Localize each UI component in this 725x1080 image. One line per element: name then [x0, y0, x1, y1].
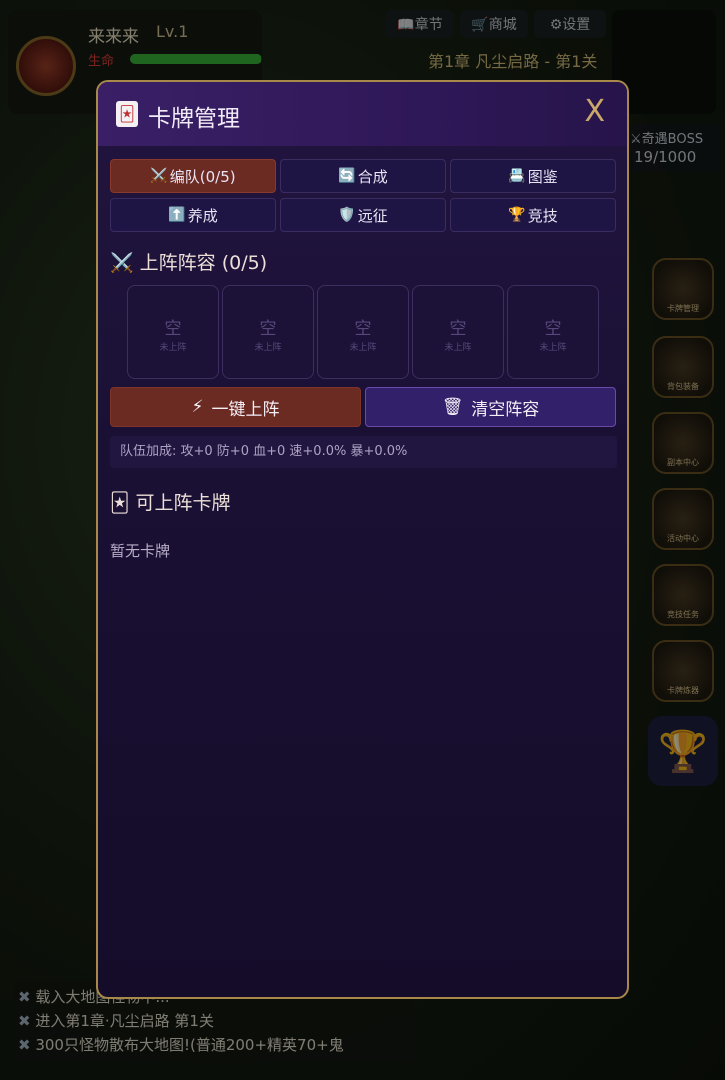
- crossed-swords-icon: ⚔️: [150, 168, 168, 184]
- slot-status: 未上阵: [539, 343, 567, 353]
- crossed-swords-icon: ⚔️: [110, 252, 134, 274]
- lineup-slot-5[interactable]: 空 未上阵: [507, 285, 599, 379]
- auto-deploy-button[interactable]: ⚡ 一键上阵: [110, 387, 361, 427]
- tab-label: 远征: [357, 206, 388, 225]
- lineup-slot-3[interactable]: 空 未上阵: [317, 285, 409, 379]
- tab-formation[interactable]: ⚔️ 编队(0/5): [110, 159, 276, 193]
- wastebasket-icon: 🗑: [441, 397, 464, 417]
- slot-empty-label: 空: [354, 319, 372, 339]
- tab-synthesis[interactable]: 🔄 合成: [280, 159, 446, 193]
- modal-title: 卡牌管理: [148, 106, 240, 132]
- tab-cultivate[interactable]: ⬆️ 养成: [110, 198, 276, 232]
- tab-expedition[interactable]: 🛡️ 远征: [280, 198, 446, 232]
- slot-empty-label: 空: [259, 319, 277, 339]
- lineup-slot-1[interactable]: 空 未上阵: [127, 285, 219, 379]
- team-bonus: 队伍加成: 攻+0 防+0 血+0 速+0.0% 暴+0.0%: [110, 436, 617, 468]
- tab-label: 竞技: [527, 206, 558, 225]
- modal-header: 🃏 卡牌管理 X: [98, 82, 627, 146]
- slot-status: 未上阵: [444, 343, 472, 353]
- refresh-icon: 🔄: [338, 168, 356, 184]
- tab-arena[interactable]: 🏆 竞技: [450, 198, 616, 232]
- up-arrow-icon: ⬆️: [168, 207, 186, 223]
- slot-status: 未上阵: [349, 343, 377, 353]
- lineup-title-text: 上阵阵容 (0/5): [139, 252, 268, 274]
- lineup-slot-4[interactable]: 空 未上阵: [412, 285, 504, 379]
- joker-card-icon: 🃏: [116, 101, 138, 127]
- tab-label: 养成: [187, 206, 218, 225]
- tab-label: 合成: [357, 167, 388, 186]
- shield-icon: 🛡️: [338, 207, 356, 223]
- slot-empty-label: 空: [164, 319, 182, 339]
- clear-lineup-button[interactable]: 🗑 清空阵容: [365, 387, 616, 427]
- card-index-icon: 📇: [508, 168, 526, 184]
- joker-card-icon: 🃏: [110, 492, 130, 514]
- tab-label: 图鉴: [527, 167, 558, 186]
- card-management-modal: 🃏 卡牌管理 X ⚔️ 编队(0/5) 🔄 合成 📇 图鉴 ⬆️ 养成 🛡️ 远征 🏆 竞技…: [96, 80, 629, 999]
- lineup-section-title: ⚔️ 上阵阵容 (0/5): [110, 248, 267, 275]
- tab-collection[interactable]: 📇 图鉴: [450, 159, 616, 193]
- slot-status: 未上阵: [254, 343, 282, 353]
- slot-empty-label: 空: [544, 319, 562, 339]
- clear-lineup-label: 清空阵容: [471, 399, 540, 420]
- no-cards-text: 暂无卡牌: [110, 542, 171, 560]
- lineup-slot-2[interactable]: 空 未上阵: [222, 285, 314, 379]
- trophy-icon: 🏆: [508, 207, 526, 223]
- slot-empty-label: 空: [449, 319, 467, 339]
- available-cards-title: 🃏 可上阵卡牌: [110, 488, 230, 515]
- available-title-text: 可上阵卡牌: [135, 492, 231, 514]
- slot-status: 未上阵: [159, 343, 187, 353]
- close-button[interactable]: X: [584, 94, 605, 129]
- auto-deploy-label: 一键上阵: [211, 399, 280, 420]
- lightning-icon: ⚡: [191, 397, 204, 417]
- tab-label: 编队(0/5): [169, 167, 236, 186]
